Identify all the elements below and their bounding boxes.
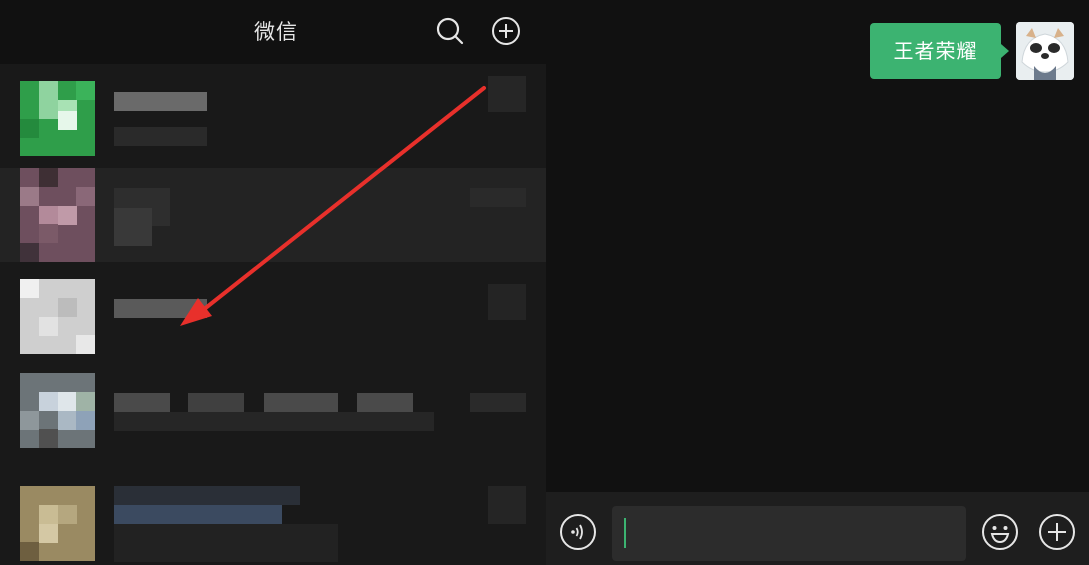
chat-window: 王者荣耀: [546, 0, 1089, 565]
plus-circle-icon[interactable]: [1038, 513, 1076, 551]
blurred-time: [488, 486, 526, 524]
blurred-time: [488, 76, 526, 112]
chat-list-item[interactable]: [0, 64, 546, 158]
avatar: [20, 279, 95, 354]
blurred-name: [114, 299, 207, 318]
blurred-time: [470, 393, 526, 412]
blurred-time: [488, 284, 526, 320]
avatar: [20, 373, 95, 448]
blurred-name: [114, 486, 300, 505]
app-title: 微信: [254, 20, 298, 44]
blurred-preview: [114, 127, 207, 146]
avatar: [20, 81, 95, 156]
avatar: [20, 168, 95, 262]
blurred-preview: [114, 208, 152, 246]
blurred-preview: [114, 524, 338, 562]
blurred-name: [357, 393, 413, 412]
chat-list-item[interactable]: [0, 168, 546, 262]
chat-list-item[interactable]: [0, 262, 546, 356]
avatar[interactable]: [1016, 22, 1074, 80]
conversation-pane: 微信: [0, 0, 546, 565]
blurred-name: [114, 393, 170, 412]
blurred-time: [470, 188, 526, 207]
blurred-preview: [114, 412, 434, 431]
input-bar: [546, 492, 1089, 565]
avatar: [20, 486, 95, 561]
plus-circle-icon[interactable]: [490, 15, 522, 47]
chat-list-item[interactable]: [0, 356, 546, 450]
message-bubble: 王者荣耀: [870, 23, 1009, 79]
chat-list: [0, 64, 546, 565]
blurred-name: [114, 92, 207, 111]
blurred-name: [114, 505, 282, 524]
text-cursor: [624, 518, 626, 548]
conversation-header: 微信: [0, 0, 546, 64]
blurred-name: [264, 393, 338, 412]
search-icon[interactable]: [434, 15, 466, 47]
avatar-image: [1016, 22, 1074, 80]
chat-list-item[interactable]: [0, 468, 546, 565]
blurred-name: [188, 393, 244, 412]
message-input[interactable]: [612, 506, 966, 561]
emoji-icon[interactable]: [981, 513, 1019, 551]
voice-icon[interactable]: [559, 513, 597, 551]
